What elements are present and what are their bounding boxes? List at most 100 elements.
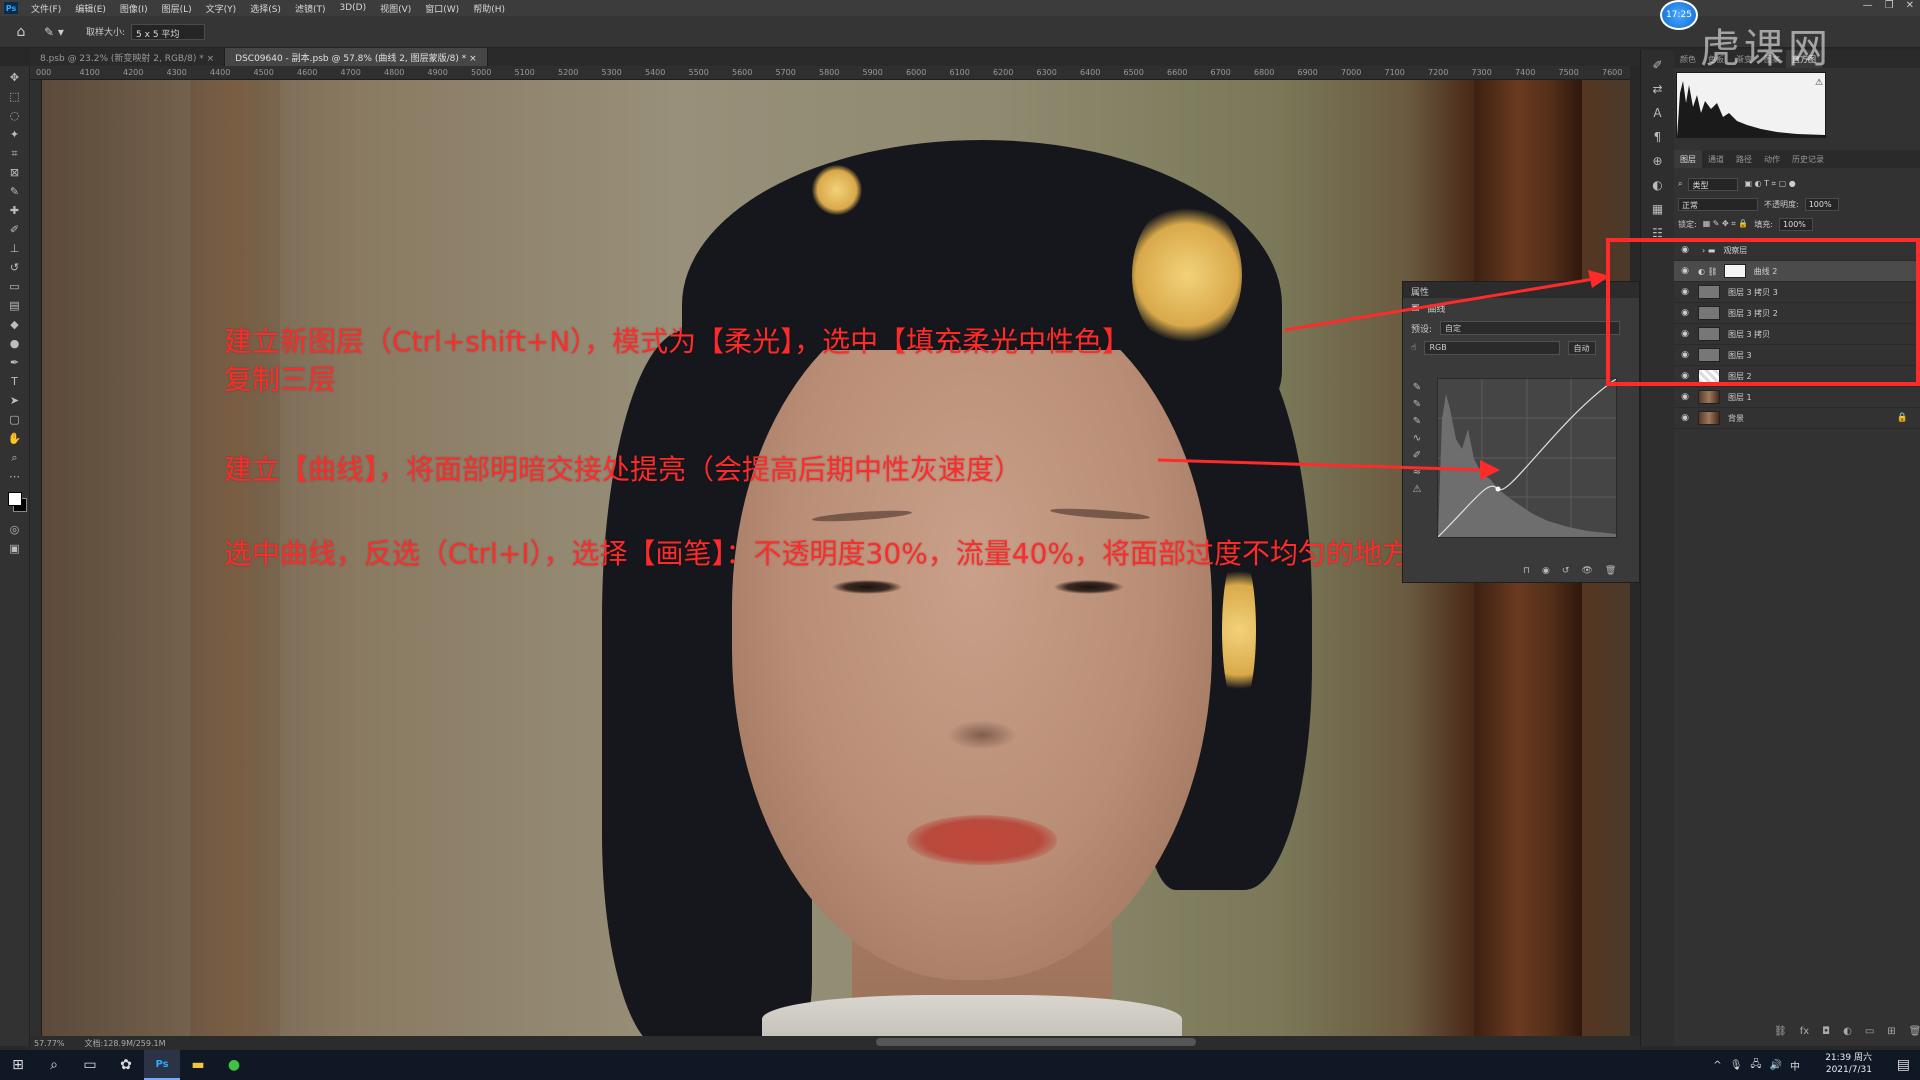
clipping-warning-icon[interactable]: ⚠ (1409, 484, 1425, 495)
crop-tool-icon[interactable]: ⌗ (4, 144, 26, 163)
reset-icon[interactable]: ↺ (1562, 566, 1570, 576)
fill-input[interactable]: 100% (1779, 217, 1814, 231)
layer-row[interactable]: ◉ 图层 2 (1674, 366, 1920, 387)
layer-name[interactable]: 观察层 (1723, 245, 1747, 256)
browser-icon[interactable]: ● (216, 1050, 252, 1080)
paragraph-icon[interactable]: ¶ (1654, 130, 1662, 144)
eyedropper-tool-icon[interactable]: ✎ (4, 182, 26, 201)
auto-button[interactable]: 自动 (1568, 341, 1597, 355)
frame-tool-icon[interactable]: ⊠ (4, 163, 26, 182)
type-tool-icon[interactable]: T (4, 372, 26, 391)
menu-image[interactable]: 图像(I) (113, 2, 155, 15)
layer-thumbnail[interactable] (1698, 285, 1720, 299)
tab-color[interactable]: 颜色 (1674, 50, 1702, 68)
tab-history[interactable]: 历史记录 (1786, 150, 1830, 168)
target-adjust-icon[interactable]: ☝ (1411, 343, 1416, 353)
libraries-icon[interactable]: ▦ (1652, 202, 1663, 216)
menu-3d[interactable]: 3D(D) (332, 3, 373, 13)
path-selection-tool-icon[interactable]: ➤ (4, 391, 26, 410)
menu-view[interactable]: 视图(V) (373, 2, 418, 15)
curves-graph[interactable] (1437, 378, 1617, 538)
start-icon[interactable]: ⊞ (0, 1050, 36, 1080)
adjustment-layer-icon[interactable]: ◐ (1843, 1026, 1852, 1037)
gray-point-eyedropper-icon[interactable]: ✎ (1409, 399, 1425, 410)
sample-size-select[interactable]: 5 x 5 平均 (131, 23, 206, 40)
add-mask-icon[interactable]: ◘ (1822, 1026, 1830, 1037)
layer-filter-select[interactable]: 类型 (1688, 177, 1739, 191)
system-clock[interactable]: 21:39 周六 2021/7/31 (1825, 1052, 1872, 1076)
menu-type[interactable]: 文字(Y) (199, 2, 244, 15)
tab-channels[interactable]: 通道 (1702, 150, 1730, 168)
restore-icon[interactable]: ❐ (1885, 0, 1894, 11)
layer-row[interactable]: ◉ 图层 3 拷贝 (1674, 324, 1920, 345)
folder-icon[interactable]: › ▬ (1702, 246, 1715, 255)
volume-icon[interactable]: 🔊 (1770, 1060, 1782, 1071)
character-icon[interactable]: A (1653, 106, 1661, 120)
menu-file[interactable]: 文件(F) (24, 2, 68, 15)
layer-row[interactable]: ◉ 图层 3 拷贝 2 (1674, 303, 1920, 324)
navigator-icon[interactable]: ⊕ (1652, 154, 1662, 168)
visibility-eye-icon[interactable]: ◉ (1678, 392, 1692, 402)
foreground-color-swatch[interactable] (7, 492, 22, 506)
layer-name[interactable]: 曲线 2 (1754, 266, 1778, 277)
blur-tool-icon[interactable]: ◆ (4, 315, 26, 334)
zoom-level[interactable]: 57.77% (34, 1039, 65, 1048)
layer-name[interactable]: 图层 1 (1728, 392, 1752, 403)
search-icon[interactable]: ⌕ (36, 1050, 72, 1080)
layer-row[interactable]: ◉ ◐ ⛓ 曲线 2 (1674, 261, 1920, 282)
menu-edit[interactable]: 编辑(E) (68, 2, 113, 15)
notification-icon[interactable]: ▤ (1897, 1057, 1910, 1073)
dodge-tool-icon[interactable]: ● (4, 334, 26, 353)
visibility-eye-icon[interactable]: ◉ (1678, 245, 1692, 255)
lock-icons[interactable]: ▦ ✎ ✥ ⌗ 🔒 (1703, 219, 1749, 229)
menu-help[interactable]: 帮助(H) (466, 2, 512, 15)
visibility-eye-icon[interactable]: ◉ (1678, 266, 1692, 276)
pen-tool-icon[interactable]: ✒ (4, 353, 26, 372)
eyedropper-tool-icon[interactable]: ✎ ▾ (44, 25, 72, 39)
layer-row[interactable]: ◉ 图层 1 (1674, 387, 1920, 408)
layer-thumbnail[interactable] (1698, 369, 1720, 383)
adjustments-icon[interactable]: ⇄ (1652, 82, 1662, 96)
menu-window[interactable]: 窗口(W) (418, 2, 466, 15)
layer-row[interactable]: ◉ 图层 3 拷贝 3 (1674, 282, 1920, 303)
minimize-icon[interactable]: — (1863, 0, 1873, 11)
lasso-tool-icon[interactable]: ◌ (4, 106, 26, 125)
stamp-tool-icon[interactable]: ⊥ (4, 239, 26, 258)
close-icon[interactable]: ✕ (1906, 0, 1914, 11)
tray-arrow-icon[interactable]: ^ (1713, 1060, 1721, 1071)
layer-thumbnail[interactable] (1698, 411, 1720, 425)
network-icon[interactable]: 🖧 (1750, 1057, 1761, 1074)
layer-name[interactable]: 图层 3 拷贝 (1728, 329, 1770, 340)
shape-tool-icon[interactable]: ▢ (4, 410, 26, 429)
layer-mask-thumbnail[interactable] (1723, 264, 1746, 278)
layer-thumbnail[interactable] (1698, 348, 1720, 362)
task-view-icon[interactable]: ▭ (72, 1050, 108, 1080)
smooth-curve-icon[interactable]: ≈ (1409, 467, 1425, 478)
menu-filter[interactable]: 滤镜(T) (288, 2, 333, 15)
visibility-eye-icon[interactable]: ◉ (1678, 371, 1692, 381)
menu-layer[interactable]: 图层(L) (155, 2, 199, 15)
layer-style-icon[interactable]: fx (1800, 1026, 1809, 1037)
ime-icon[interactable]: 中 (1790, 1058, 1800, 1073)
properties-icon[interactable]: ☷ (1652, 226, 1663, 240)
black-point-eyedropper-icon[interactable]: ✎ (1409, 382, 1425, 393)
tab-document-2[interactable]: DSC09640 - 副本.psb @ 57.8% (曲线 2, 图层蒙版/8)… (225, 48, 488, 66)
curve-point-icon[interactable]: ∿ (1409, 433, 1425, 444)
blend-mode-select[interactable]: 正常 (1678, 197, 1758, 211)
white-point-eyedropper-icon[interactable]: ✎ (1409, 416, 1425, 427)
delete-layer-icon[interactable]: 🗑 (1909, 1026, 1920, 1037)
trash-icon[interactable]: 🗑 (1605, 566, 1616, 576)
screen-mode-icon[interactable]: ▣ (4, 539, 26, 558)
move-tool-icon[interactable]: ✥ (4, 68, 26, 87)
preset-select[interactable]: 自定 (1440, 321, 1621, 335)
layer-name[interactable]: 图层 3 拷贝 2 (1728, 308, 1778, 319)
quick-mask-icon[interactable]: ◎ (4, 520, 26, 539)
document-canvas[interactable]: 建立新图层（Ctrl+shift+N），模式为【柔光】，选中【填充柔光中性色】 … (42, 80, 1630, 1036)
tab-layers[interactable]: 图层 (1674, 150, 1702, 168)
view-previous-icon[interactable]: ◉ (1542, 566, 1550, 576)
visibility-eye-icon[interactable]: ◉ (1678, 350, 1692, 360)
layer-row[interactable]: ◉ › ▬ 观察层 (1674, 240, 1920, 261)
layer-name[interactable]: 背景 (1728, 413, 1744, 424)
hand-tool-icon[interactable]: ✋ (4, 429, 26, 448)
more-tools-icon[interactable]: ⋯ (4, 467, 26, 486)
